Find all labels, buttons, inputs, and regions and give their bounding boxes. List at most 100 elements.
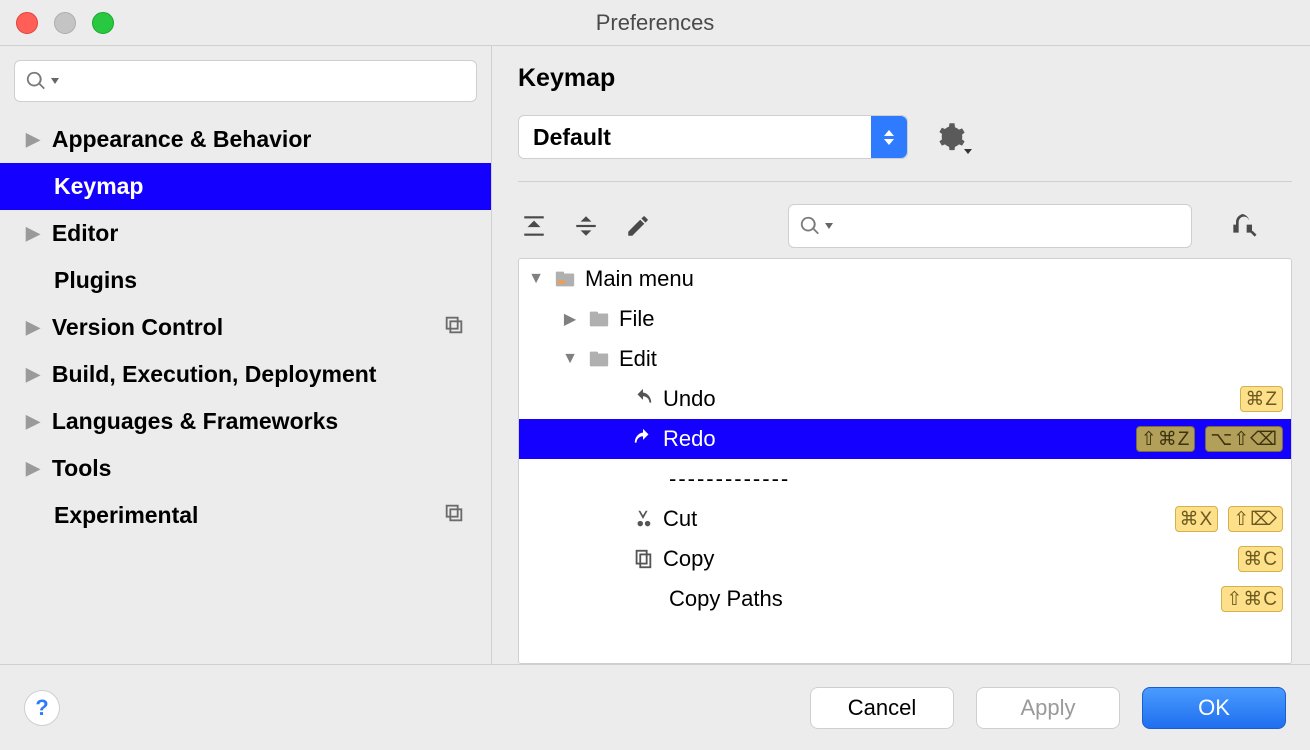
action-search-input[interactable] xyxy=(839,215,1181,238)
scheme-actions-button[interactable] xyxy=(936,122,966,152)
pencil-icon xyxy=(625,213,651,239)
toolbar xyxy=(518,204,1292,248)
sidebar-item-appearance-behavior[interactable]: ▶ Appearance & Behavior xyxy=(0,116,491,163)
folder-icon xyxy=(553,267,577,291)
redo-icon xyxy=(631,427,655,451)
gear-icon xyxy=(936,122,966,152)
tree-action-copy[interactable]: Copy ⌘C xyxy=(519,539,1291,579)
sidebar-item-label: Editor xyxy=(52,220,118,247)
tree-label: Undo xyxy=(663,386,716,412)
tree-label: Redo xyxy=(663,426,716,452)
folder-icon xyxy=(587,347,611,371)
shortcut-badge: ⌘Z xyxy=(1240,386,1283,412)
tree-action-copy-paths[interactable]: Copy Paths ⇧⌘C xyxy=(519,579,1291,619)
help-button[interactable]: ? xyxy=(24,690,60,726)
shortcut-group: ⌘X ⇧⌦ xyxy=(1175,506,1283,532)
search-dropdown-icon[interactable] xyxy=(51,78,59,84)
folder-icon xyxy=(587,307,611,331)
shortcut-badge: ⌘C xyxy=(1238,546,1283,572)
sidebar-item-label: Appearance & Behavior xyxy=(52,126,311,153)
dropdown-icon xyxy=(964,149,972,154)
scheme-icon xyxy=(443,314,465,342)
shortcut-group: ⇧⌘Z ⌥⇧⌫ xyxy=(1136,426,1283,452)
minimize-window-button[interactable] xyxy=(54,12,76,34)
apply-button[interactable]: Apply xyxy=(976,687,1120,729)
scheme-stepper-icon[interactable] xyxy=(871,116,907,158)
scheme-value: Default xyxy=(533,124,611,151)
ok-button[interactable]: OK xyxy=(1142,687,1286,729)
tree-group-edit[interactable]: ▼ Edit xyxy=(519,339,1291,379)
expand-icon[interactable]: ▶ xyxy=(561,309,579,329)
sidebar-item-languages-frameworks[interactable]: ▶ Languages & Frameworks xyxy=(0,398,491,445)
sidebar-item-label: Keymap xyxy=(54,173,143,200)
expand-icon: ▶ xyxy=(26,458,40,479)
sidebar-item-label: Plugins xyxy=(54,267,137,294)
tree-group-main-menu[interactable]: ▼ Main menu xyxy=(519,259,1291,299)
undo-icon xyxy=(631,387,655,411)
expand-icon: ▶ xyxy=(26,129,40,150)
sidebar-item-label: Tools xyxy=(52,455,112,482)
zoom-window-button[interactable] xyxy=(92,12,114,34)
settings-search-input[interactable] xyxy=(65,70,466,93)
settings-search[interactable] xyxy=(14,60,477,102)
sidebar-item-label: Languages & Frameworks xyxy=(52,408,338,435)
separator-text: ------------- xyxy=(669,466,790,492)
action-tree[interactable]: ▼ Main menu ▶ File ▼ Edit xyxy=(518,258,1292,664)
sidebar-item-label: Experimental xyxy=(54,502,198,529)
collapse-icon[interactable]: ▼ xyxy=(527,270,545,288)
action-search[interactable] xyxy=(788,204,1192,248)
search-icon xyxy=(799,215,821,237)
window-title: Preferences xyxy=(0,10,1310,36)
keymap-scheme-select[interactable]: Default xyxy=(518,115,908,159)
sidebar-item-label: Build, Execution, Deployment xyxy=(52,361,377,388)
tree-action-redo[interactable]: Redo ⇧⌘Z ⌥⇧⌫ xyxy=(519,419,1291,459)
window-controls xyxy=(16,12,114,34)
tree-label: Copy xyxy=(663,546,714,572)
tree-group-file[interactable]: ▶ File xyxy=(519,299,1291,339)
sidebar-item-version-control[interactable]: ▶ Version Control xyxy=(0,304,491,351)
shortcut-group: ⇧⌘C xyxy=(1221,586,1283,612)
collapse-icon[interactable]: ▼ xyxy=(561,350,579,368)
cancel-button[interactable]: Cancel xyxy=(810,687,954,729)
scheme-row: Default xyxy=(518,115,1292,182)
tree-separator: ------------- xyxy=(519,459,1291,499)
tree-action-undo[interactable]: Undo ⌘Z xyxy=(519,379,1291,419)
tree-label: Edit xyxy=(619,346,657,372)
search-icon xyxy=(25,70,47,92)
tree-label: Cut xyxy=(663,506,697,532)
tree-action-cut[interactable]: Cut ⌘X ⇧⌦ xyxy=(519,499,1291,539)
shortcut-badge: ⇧⌦ xyxy=(1228,506,1283,532)
expand-icon: ▶ xyxy=(26,223,40,244)
shortcut-badge: ⌘X xyxy=(1175,506,1219,532)
expand-all-icon xyxy=(521,213,547,239)
sidebar-item-tools[interactable]: ▶ Tools xyxy=(0,445,491,492)
shortcut-group: ⌘C xyxy=(1238,546,1283,572)
expand-icon: ▶ xyxy=(26,364,40,385)
sidebar-item-keymap[interactable]: Keymap xyxy=(0,163,491,210)
cut-icon xyxy=(631,507,655,531)
find-by-shortcut-button[interactable] xyxy=(1228,210,1260,242)
close-window-button[interactable] xyxy=(16,12,38,34)
tree-label: Copy Paths xyxy=(669,586,783,612)
scheme-icon xyxy=(443,502,465,530)
sidebar-item-build-execution-deployment[interactable]: ▶ Build, Execution, Deployment xyxy=(0,351,491,398)
copy-icon xyxy=(631,547,655,571)
content-pane: Keymap Default xyxy=(492,46,1310,664)
sidebar-item-label: Version Control xyxy=(52,314,223,341)
sidebar-item-editor[interactable]: ▶ Editor xyxy=(0,210,491,257)
sidebar: ▶ Appearance & Behavior Keymap ▶ Editor … xyxy=(0,46,492,664)
shortcut-badge: ⌥⇧⌫ xyxy=(1205,426,1283,452)
search-dropdown-icon[interactable] xyxy=(825,223,833,229)
titlebar: Preferences xyxy=(0,0,1310,46)
find-by-shortcut-icon xyxy=(1228,210,1260,242)
shortcut-badge: ⇧⌘C xyxy=(1221,586,1283,612)
tree-label: Main menu xyxy=(585,266,694,292)
collapse-all-button[interactable] xyxy=(570,210,602,242)
sidebar-item-plugins[interactable]: Plugins xyxy=(0,257,491,304)
expand-all-button[interactable] xyxy=(518,210,550,242)
shortcut-badge: ⇧⌘Z xyxy=(1136,426,1196,452)
edit-shortcut-button[interactable] xyxy=(622,210,654,242)
sidebar-item-experimental[interactable]: Experimental xyxy=(0,492,491,539)
expand-icon: ▶ xyxy=(26,317,40,338)
page-title: Keymap xyxy=(518,64,1292,93)
